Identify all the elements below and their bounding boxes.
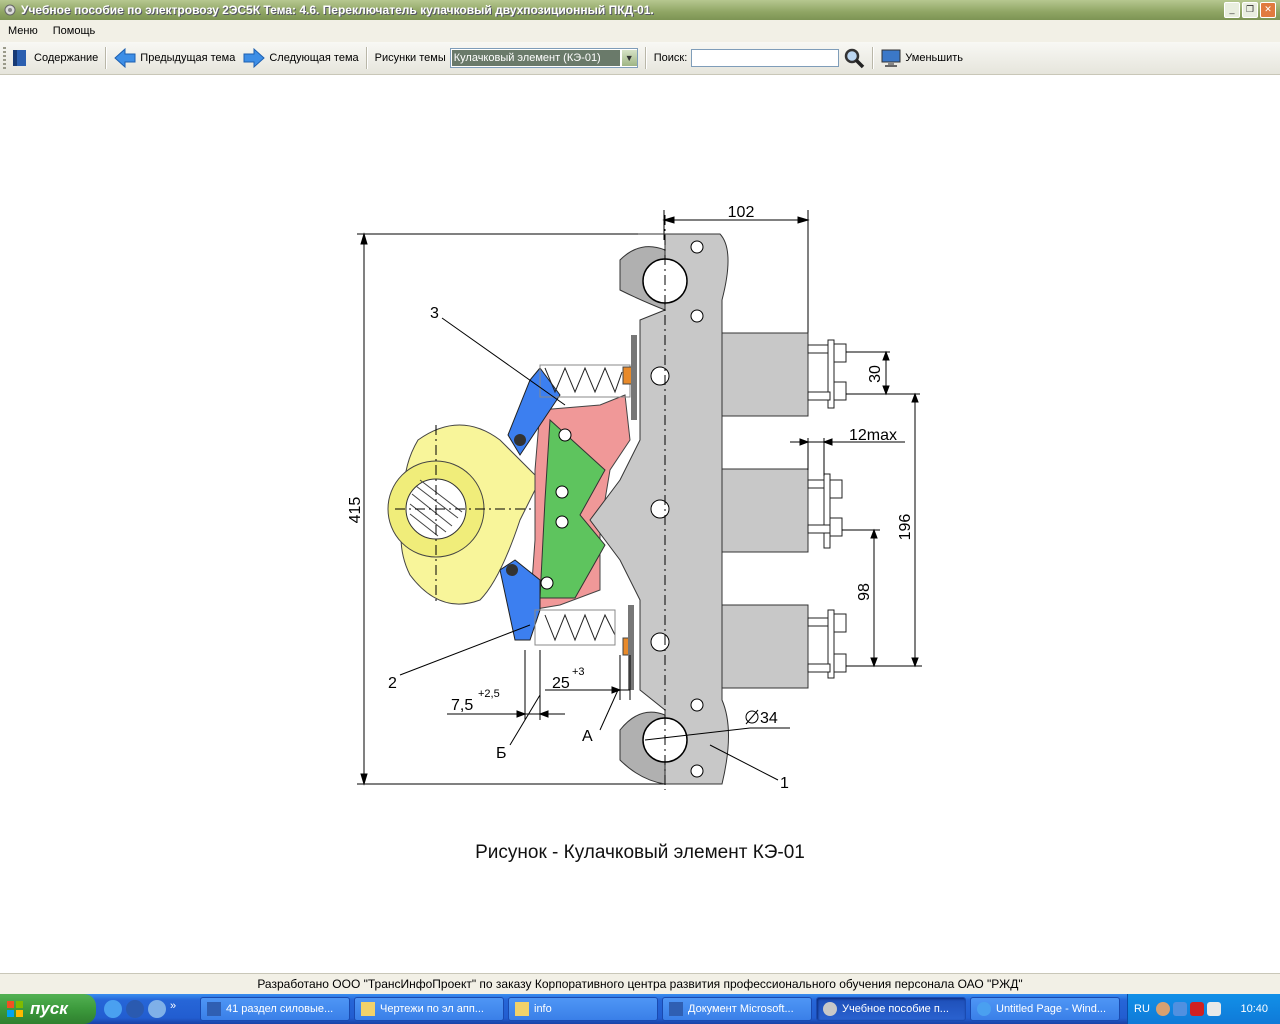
title-bar: Учебное пособие по электровозу 2ЭС5К Тем… xyxy=(0,0,1280,20)
footer-credits: Разработано ООО "ТрансИнфоПроект" по зак… xyxy=(0,973,1280,994)
tray-security-icon[interactable] xyxy=(1206,1002,1221,1016)
toolbar-separator xyxy=(365,47,368,69)
app-gear-icon xyxy=(4,4,16,16)
upper-contact xyxy=(622,366,633,385)
menu-item-help[interactable]: Помощь xyxy=(45,25,103,37)
chevron-right-icon[interactable]: » xyxy=(170,1000,180,1018)
task-button-active[interactable]: Учебное пособие п... xyxy=(816,997,966,1021)
monitor-icon xyxy=(881,49,901,67)
task-label: Untitled Page - Wind... xyxy=(996,1003,1107,1015)
task-label: Чертежи по эл апп... xyxy=(380,1003,484,1015)
contents-label: Содержание xyxy=(34,52,99,64)
messenger-icon[interactable] xyxy=(148,1000,166,1018)
toolbar-separator xyxy=(872,47,875,69)
taskbar: пуск » 41 раздел силовые... Чертежи по э… xyxy=(0,994,1280,1024)
figure-caption: Рисунок - Кулачковый элемент КЭ-01 xyxy=(475,842,805,863)
window-title: Учебное пособие по электровозу 2ЭС5К Тем… xyxy=(21,3,654,17)
dim-98-text: 98 xyxy=(856,583,873,601)
dim-d34-text: 34 xyxy=(760,710,778,727)
dim-415-text: 415 xyxy=(347,497,364,524)
search-label: Поиск: xyxy=(653,52,688,64)
contact-blocks xyxy=(721,332,847,689)
word-icon xyxy=(669,1002,683,1016)
frame-part-1 xyxy=(589,233,729,785)
toolbar: Содержание Предыдущая тема Следующая тем… xyxy=(0,42,1280,75)
minimize-button[interactable]: _ xyxy=(1224,2,1240,18)
dim-30-text: 30 xyxy=(867,365,884,383)
task-button[interactable]: Untitled Page - Wind... xyxy=(970,997,1120,1021)
system-tray: RU 10:40 xyxy=(1127,994,1280,1024)
next-topic-label: Следующая тема xyxy=(269,52,359,64)
callout-a: А xyxy=(582,728,593,745)
menu-item-menu[interactable]: Меню xyxy=(0,25,45,37)
start-button[interactable]: пуск xyxy=(0,994,96,1024)
dim-7-5-text: 7,5 xyxy=(451,697,473,714)
task-button[interactable]: info xyxy=(508,997,658,1021)
prev-topic-label: Предыдущая тема xyxy=(140,52,236,64)
close-button[interactable]: ✕ xyxy=(1260,2,1276,18)
menu-bar: Меню Помощь xyxy=(0,20,1280,42)
tray-arrow-icon[interactable] xyxy=(1155,1002,1170,1016)
dim-25-tolerance: +3 xyxy=(572,666,585,678)
task-label: Документ Microsoft... xyxy=(688,1003,794,1015)
dim-196-text: 196 xyxy=(897,514,914,541)
callout-b: Б xyxy=(496,745,507,762)
arrow-left-icon xyxy=(114,48,136,68)
toolbar-separator xyxy=(644,47,647,69)
pictures-group: Рисунки темы Кулачковый элемент (КЭ-01) … xyxy=(371,45,642,71)
dim-12max-text: 12max xyxy=(849,427,897,444)
app-gear-icon xyxy=(823,1002,837,1016)
folder-icon xyxy=(361,1002,375,1016)
search-group: Поиск: xyxy=(650,45,870,71)
callout-1: 1 xyxy=(780,775,789,792)
shrink-label: Уменьшить xyxy=(905,52,963,64)
task-button[interactable]: 41 раздел силовые... xyxy=(200,997,350,1021)
media-player-icon[interactable] xyxy=(126,1000,144,1018)
quick-launch: » xyxy=(104,1000,200,1018)
clock: 10:40 xyxy=(1240,1003,1268,1015)
task-label: info xyxy=(534,1003,552,1015)
folder-icon xyxy=(515,1002,529,1016)
callout-2: 2 xyxy=(388,675,397,692)
ie-icon[interactable] xyxy=(104,1000,122,1018)
tray-antivirus-icon[interactable] xyxy=(1189,1002,1204,1016)
contents-button[interactable]: Содержание xyxy=(6,45,102,71)
prev-topic-button[interactable]: Предыдущая тема xyxy=(110,45,239,71)
windows-logo-icon xyxy=(7,1001,23,1017)
arrow-right-icon xyxy=(243,48,266,68)
search-input[interactable] xyxy=(691,49,840,67)
cam-element-drawing: 415 102 30 12max 196 98 34 25 +3 7,5 +2,… xyxy=(347,204,922,792)
ie-icon xyxy=(977,1002,991,1016)
pictures-select[interactable]: Кулачковый элемент (КЭ-01) ▼ xyxy=(449,48,638,68)
restore-button[interactable]: ❐ xyxy=(1242,2,1258,18)
tray-network-icon[interactable] xyxy=(1172,1002,1187,1016)
search-icon[interactable] xyxy=(843,47,865,69)
pictures-selected-value: Кулачковый элемент (КЭ-01) xyxy=(451,50,620,66)
language-indicator[interactable]: RU xyxy=(1134,1003,1150,1015)
chevron-down-icon[interactable]: ▼ xyxy=(620,50,637,66)
toolbar-separator xyxy=(105,47,108,69)
dim-25-text: 25 xyxy=(552,675,570,692)
content-area: 415 102 30 12max 196 98 34 25 +3 7,5 +2,… xyxy=(0,75,1280,972)
dim-7-5-tolerance: +2,5 xyxy=(478,688,500,700)
shrink-button[interactable]: Уменьшить xyxy=(877,45,967,71)
start-label: пуск xyxy=(30,999,68,1018)
pictures-label: Рисунки темы xyxy=(374,52,446,64)
next-topic-button[interactable]: Следующая тема xyxy=(239,45,362,71)
word-icon xyxy=(207,1002,221,1016)
task-button[interactable]: Чертежи по эл апп... xyxy=(354,997,504,1021)
task-label: 41 раздел силовые... xyxy=(226,1003,334,1015)
task-button[interactable]: Документ Microsoft... xyxy=(662,997,812,1021)
book-icon xyxy=(13,50,26,66)
callout-3: 3 xyxy=(430,305,439,322)
task-label: Учебное пособие п... xyxy=(842,1003,949,1015)
dim-102-text: 102 xyxy=(728,204,755,221)
